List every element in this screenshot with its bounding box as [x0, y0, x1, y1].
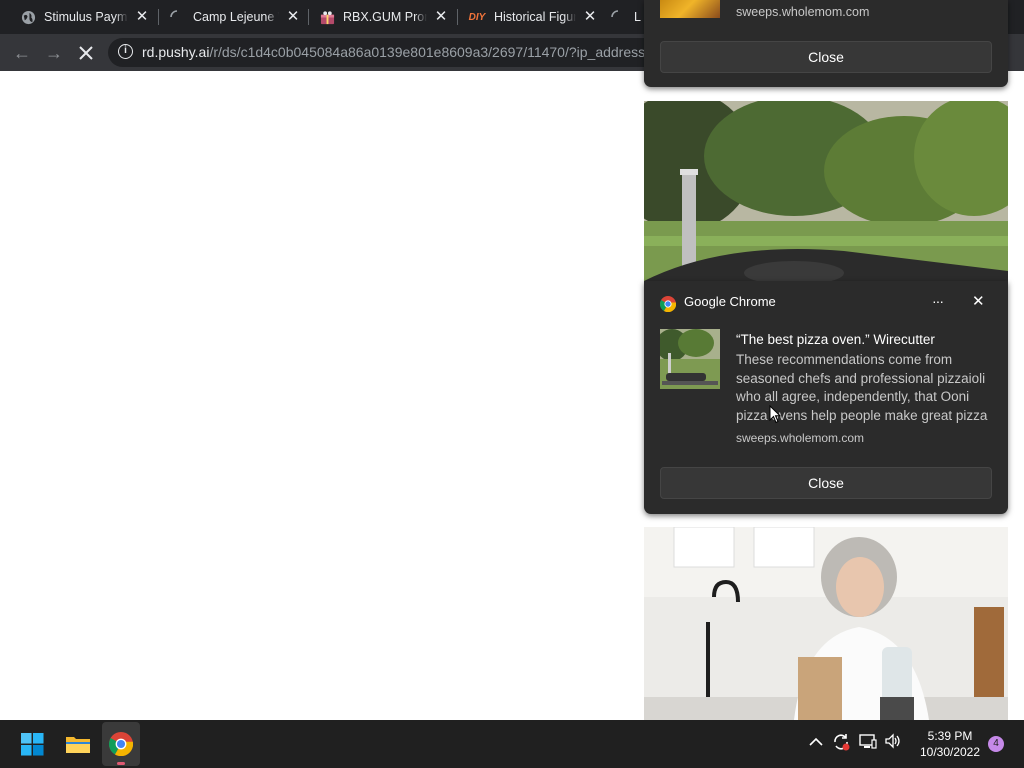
- tab-historical-figure[interactable]: DIY Historical Figure ✕: [468, 0, 598, 34]
- notification-hero-image: [644, 101, 1008, 281]
- dismiss-icon[interactable]: ✕: [972, 294, 985, 310]
- notification-thumbnail: [660, 0, 720, 18]
- tab-title: Stimulus Payment: [44, 10, 128, 24]
- tab-separator: [308, 9, 309, 25]
- tab-separator: [158, 9, 159, 25]
- notification-app-name: Google Chrome: [684, 294, 776, 309]
- tab-title: Historical Figure: [494, 10, 576, 24]
- active-app-indicator: [117, 762, 125, 765]
- address-path: /r/ds/c1d4c0b045084a86a0139e801e8609a3/2…: [209, 44, 654, 60]
- notification-thumbnail: [660, 329, 720, 389]
- tab-rbx-gum-promo[interactable]: RBX.GUM Prom ✕: [319, 0, 451, 34]
- close-button[interactable]: Close: [660, 41, 992, 73]
- chrome-logo-icon: [659, 296, 677, 313]
- address-url: rd.pushy.ai/r/ds/c1d4c0b045084a86a0139e8…: [142, 44, 653, 60]
- more-options-icon[interactable]: ···: [932, 293, 944, 309]
- tab-close-icon[interactable]: ✕: [433, 9, 449, 25]
- pizza-oven-photo: [644, 101, 1008, 281]
- tab-title: Camp Lejeune W: [193, 10, 279, 24]
- notification-card: Google Chrome ··· ✕ “The best pizza oven…: [644, 281, 1008, 514]
- close-button[interactable]: Close: [660, 467, 992, 499]
- tab-close-icon[interactable]: ✕: [134, 9, 150, 25]
- clock-time: 5:39 PM: [927, 729, 973, 743]
- mouse-cursor-icon: [769, 405, 781, 424]
- notification-count-badge[interactable]: 4: [988, 736, 1004, 752]
- sync-alert-icon[interactable]: [831, 733, 851, 753]
- tab-stimulus-payment[interactable]: Stimulus Payment ✕: [20, 0, 150, 34]
- tab-close-icon[interactable]: ✕: [285, 9, 301, 25]
- chrome-taskbar-button[interactable]: [102, 722, 140, 766]
- kitchen-photo: [644, 527, 1008, 720]
- notification-card-top: sweeps.wholemom.com Close: [644, 0, 1008, 87]
- back-arrow-icon[interactable]: ←: [12, 43, 32, 63]
- diy-logo-icon: DIY: [468, 9, 486, 25]
- loading-spinner-icon: [610, 9, 626, 25]
- notification-source: sweeps.wholemom.com: [736, 5, 870, 19]
- windows-start-icon[interactable]: [21, 733, 45, 757]
- file-explorer-icon[interactable]: [65, 733, 91, 755]
- stop-loading-icon[interactable]: [76, 43, 96, 63]
- address-bar[interactable]: i rd.pushy.ai/r/ds/c1d4c0b045084a86a0139…: [108, 38, 668, 67]
- notification-hero-image: [644, 527, 1008, 720]
- tab-close-icon[interactable]: ✕: [582, 9, 598, 25]
- gift-box-icon: [319, 9, 335, 25]
- site-info-icon[interactable]: i: [118, 44, 133, 59]
- chrome-logo-icon: [109, 732, 133, 756]
- tab-title: L: [634, 10, 641, 24]
- tab-loading[interactable]: L: [610, 0, 644, 34]
- address-domain: rd.pushy.ai: [142, 44, 210, 60]
- clock[interactable]: 5:39 PM 10/30/2022: [910, 728, 990, 760]
- network-icon[interactable]: [858, 733, 878, 753]
- forward-arrow-icon[interactable]: →: [44, 43, 64, 63]
- loading-spinner-icon: [169, 9, 185, 25]
- notification-source: sweeps.wholemom.com: [736, 431, 865, 445]
- diy-logo-text: DIY: [468, 11, 486, 23]
- tab-separator: [457, 9, 458, 25]
- page-content: [0, 71, 644, 720]
- globe-icon: [20, 9, 36, 25]
- volume-icon[interactable]: [883, 733, 903, 753]
- clock-date: 10/30/2022: [919, 745, 981, 759]
- notification-title: “The best pizza oven.” Wirecutter: [736, 332, 935, 347]
- tab-camp-lejeune[interactable]: Camp Lejeune W ✕: [169, 0, 303, 34]
- chevron-up-icon[interactable]: [806, 733, 826, 753]
- tab-title: RBX.GUM Prom: [343, 10, 427, 24]
